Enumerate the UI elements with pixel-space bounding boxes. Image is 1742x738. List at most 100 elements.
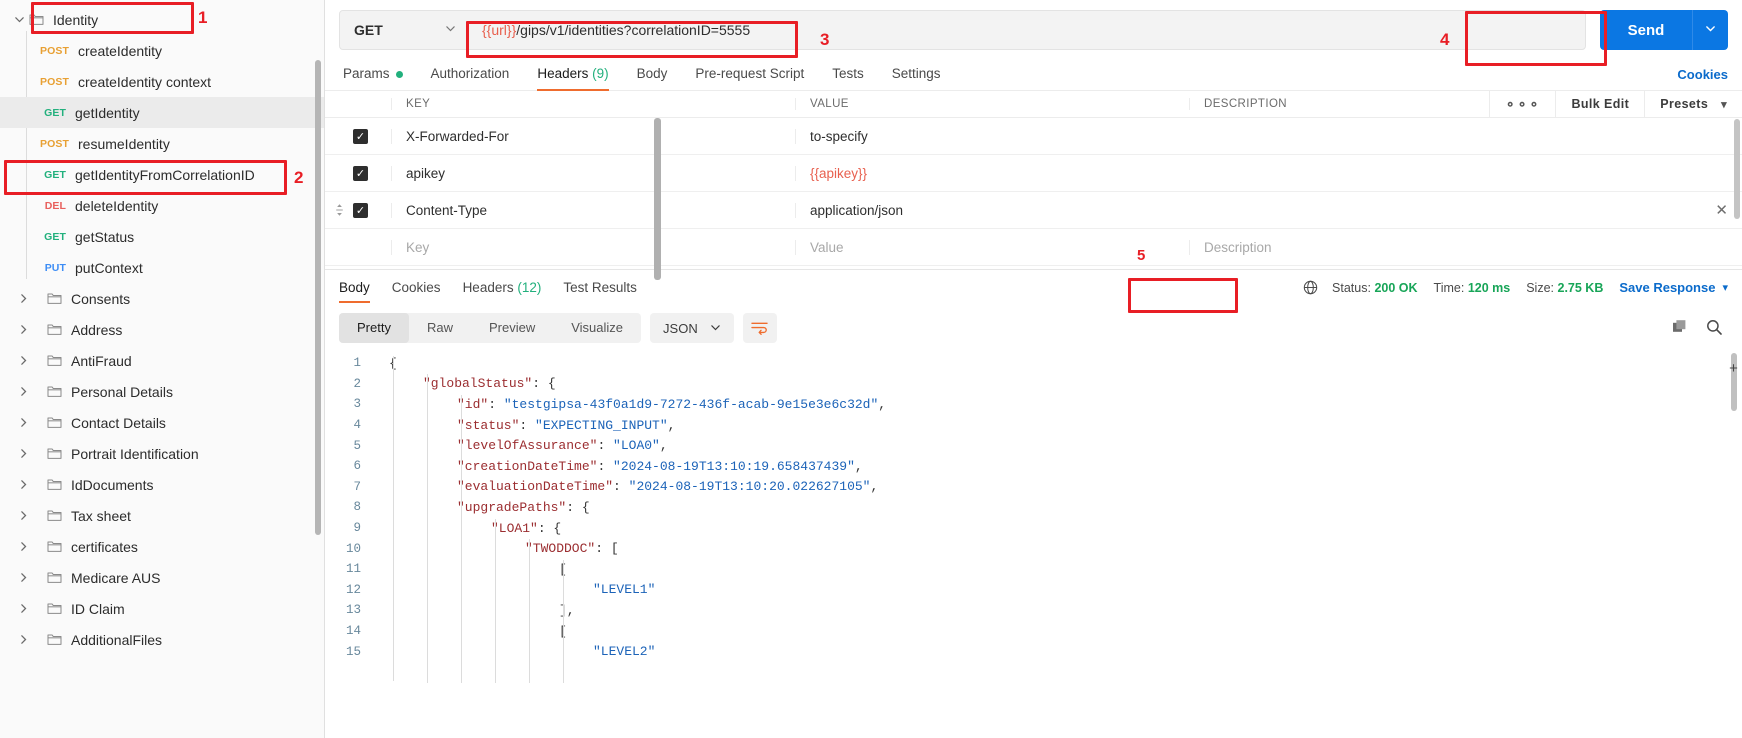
code-text: "id": "testgipsa-43f0a1d9-7272-436f-acab… xyxy=(457,396,887,412)
sidebar-folder-address[interactable]: Address xyxy=(0,314,324,345)
sidebar-request-getIdentity[interactable]: GET getIdentity xyxy=(0,97,324,128)
send-button[interactable]: Send xyxy=(1600,10,1692,50)
headers-table-scrollbar[interactable] xyxy=(1734,119,1740,219)
sidebar-request-createIdentity[interactable]: POST createIdentity xyxy=(0,35,324,66)
sidebar-folder-tax-sheet[interactable]: Tax sheet xyxy=(0,500,324,531)
tab-body[interactable]: Body xyxy=(623,66,682,90)
view-mode-preview[interactable]: Preview xyxy=(471,313,553,343)
chevron-right-icon[interactable] xyxy=(14,507,32,525)
line-number: 12 xyxy=(345,582,361,597)
response-body-code[interactable]: 1{2 "globalStatus": {3 "id": "testgipsa-43… xyxy=(325,353,1742,683)
tab-headers[interactable]: Headers (9) xyxy=(523,66,622,91)
sidebar-folder-personal-details[interactable]: Personal Details xyxy=(0,376,324,407)
chevron-right-icon[interactable] xyxy=(14,569,32,587)
row-checkbox-cell[interactable]: ✓ xyxy=(353,202,391,218)
checkbox-icon[interactable]: ✓ xyxy=(353,128,368,144)
sidebar-request-resumeIdentity[interactable]: POST resumeIdentity xyxy=(0,128,324,159)
sidebar-request-getStatus[interactable]: GET getStatus xyxy=(0,221,324,252)
sidebar-folder-iddocuments[interactable]: IdDocuments xyxy=(0,469,324,500)
request-section-scrollbar[interactable] xyxy=(654,118,661,280)
header-key-cell[interactable]: X-Forwarded-For xyxy=(391,128,795,144)
send-options-chevron-down-icon[interactable] xyxy=(1692,10,1728,50)
sidebar-folder-label: Medicare AUS xyxy=(71,569,161,586)
http-method-value: GET xyxy=(354,22,383,38)
tab-authorization[interactable]: Authorization xyxy=(417,66,524,90)
sidebar-scrollbar[interactable] xyxy=(315,60,321,535)
code-text: "evaluationDateTime": "2024-08-19T13:10:… xyxy=(457,479,879,495)
chevron-down-icon[interactable] xyxy=(10,11,28,29)
new-description-input[interactable]: Description xyxy=(1189,239,1742,255)
response-tab-label: Cookies xyxy=(391,280,441,295)
save-response-button[interactable]: Save Response xyxy=(1619,280,1715,295)
sidebar-item-identity-folder[interactable]: Identity xyxy=(0,4,324,35)
chevron-right-icon[interactable] xyxy=(14,352,32,370)
sidebar-request-getIdentityFromCorrelationID[interactable]: GET getIdentityFromCorrelationID xyxy=(0,159,324,190)
headers-new-row[interactable]: Key Value Description xyxy=(325,229,1742,266)
header-key-cell[interactable]: Content-Type xyxy=(391,202,795,218)
row-checkbox-cell[interactable]: ✓ xyxy=(353,128,391,144)
drag-handle-icon[interactable] xyxy=(325,203,353,217)
chevron-right-icon[interactable] xyxy=(14,383,32,401)
response-tab-body[interactable]: Body xyxy=(339,274,370,303)
sidebar-folder-contact-details[interactable]: Contact Details xyxy=(0,407,324,438)
checkbox-icon[interactable]: ✓ xyxy=(353,165,368,181)
add-icon[interactable]: + xyxy=(1729,361,1738,378)
row-checkbox-cell[interactable]: ✓ xyxy=(353,165,391,181)
sidebar-folder-portrait-identification[interactable]: Portrait Identification xyxy=(0,438,324,469)
code-text: "LOA1": { xyxy=(491,520,562,536)
new-value-input[interactable]: Value xyxy=(795,239,1189,255)
chevron-right-icon[interactable] xyxy=(14,600,32,618)
response-tab-headers[interactable]: Headers (12) xyxy=(463,274,542,301)
checkbox-icon[interactable]: ✓ xyxy=(353,202,368,218)
header-value-cell[interactable]: to-specify xyxy=(795,128,1189,144)
search-icon[interactable] xyxy=(1706,319,1722,338)
header-value-cell[interactable]: {{apikey}} xyxy=(795,165,1189,181)
tab-tests[interactable]: Tests xyxy=(818,66,878,90)
sidebar-folder-id-claim[interactable]: ID Claim xyxy=(0,593,324,624)
chevron-right-icon[interactable] xyxy=(14,538,32,556)
globe-icon[interactable] xyxy=(1303,280,1318,295)
table-row[interactable]: ✓ Content-Type application/json ✕ xyxy=(325,192,1742,229)
new-key-input[interactable]: Key xyxy=(391,239,795,255)
presets-button[interactable]: Presets ▾ xyxy=(1644,90,1742,118)
response-tab-cookies[interactable]: Cookies xyxy=(392,274,441,301)
sidebar-request-putContext[interactable]: PUT putContext xyxy=(0,252,324,283)
request-name-label: resumeIdentity xyxy=(78,135,170,152)
view-mode-pretty[interactable]: Pretty xyxy=(339,313,409,343)
code-line: 7 "evaluationDateTime": "2024-08-19T13:10… xyxy=(339,477,1742,498)
bulk-edit-button[interactable]: Bulk Edit xyxy=(1555,90,1644,118)
line-number: 9 xyxy=(353,521,361,536)
view-mode-visualize[interactable]: Visualize xyxy=(553,313,641,343)
sidebar-folder-medicare-aus[interactable]: Medicare AUS xyxy=(0,562,324,593)
tab-params[interactable]: Params xyxy=(339,66,417,90)
chevron-down-icon[interactable]: ▾ xyxy=(1722,281,1728,294)
chevron-right-icon[interactable] xyxy=(14,321,32,339)
view-mode-raw[interactable]: Raw xyxy=(409,313,471,343)
http-method-select[interactable]: GET xyxy=(340,11,470,49)
response-tab-test-results[interactable]: Test Results xyxy=(563,274,637,301)
more-options-icon[interactable]: ⚬⚬⚬ xyxy=(1488,90,1556,118)
sidebar-request-createIdentity-context[interactable]: POST createIdentity context xyxy=(0,66,324,97)
chevron-right-icon[interactable] xyxy=(14,631,32,649)
chevron-right-icon[interactable] xyxy=(14,445,32,463)
cookies-link[interactable]: Cookies xyxy=(1677,67,1728,82)
sidebar-folder-antifraud[interactable]: AntiFraud xyxy=(0,345,324,376)
response-format-select[interactable]: JSON xyxy=(650,313,734,343)
sidebar-request-deleteIdentity[interactable]: DEL deleteIdentity xyxy=(0,190,324,221)
table-row[interactable]: ✓ apikey {{apikey}} xyxy=(325,155,1742,192)
chevron-right-icon[interactable] xyxy=(14,290,32,308)
sidebar-folder-label: IdDocuments xyxy=(71,476,154,493)
header-value-cell[interactable]: application/json xyxy=(795,202,1189,218)
copy-icon[interactable] xyxy=(1672,319,1688,338)
tab-settings[interactable]: Settings xyxy=(878,66,955,90)
sidebar-folder-additionalfiles[interactable]: AdditionalFiles xyxy=(0,624,324,655)
chevron-right-icon[interactable] xyxy=(14,476,32,494)
sidebar-folder-certificates[interactable]: certificates xyxy=(0,531,324,562)
header-key-cell[interactable]: apikey xyxy=(391,165,795,181)
wrap-lines-icon[interactable] xyxy=(742,313,777,343)
url-input[interactable]: {{url}}/gips/v1/identities?correlationID… xyxy=(470,11,1585,49)
table-row[interactable]: ✓ X-Forwarded-For to-specify xyxy=(325,118,1742,155)
chevron-right-icon[interactable] xyxy=(14,414,32,432)
sidebar-folder-consents[interactable]: Consents xyxy=(0,283,324,314)
tab-pre-request-script[interactable]: Pre-request Script xyxy=(681,66,818,90)
